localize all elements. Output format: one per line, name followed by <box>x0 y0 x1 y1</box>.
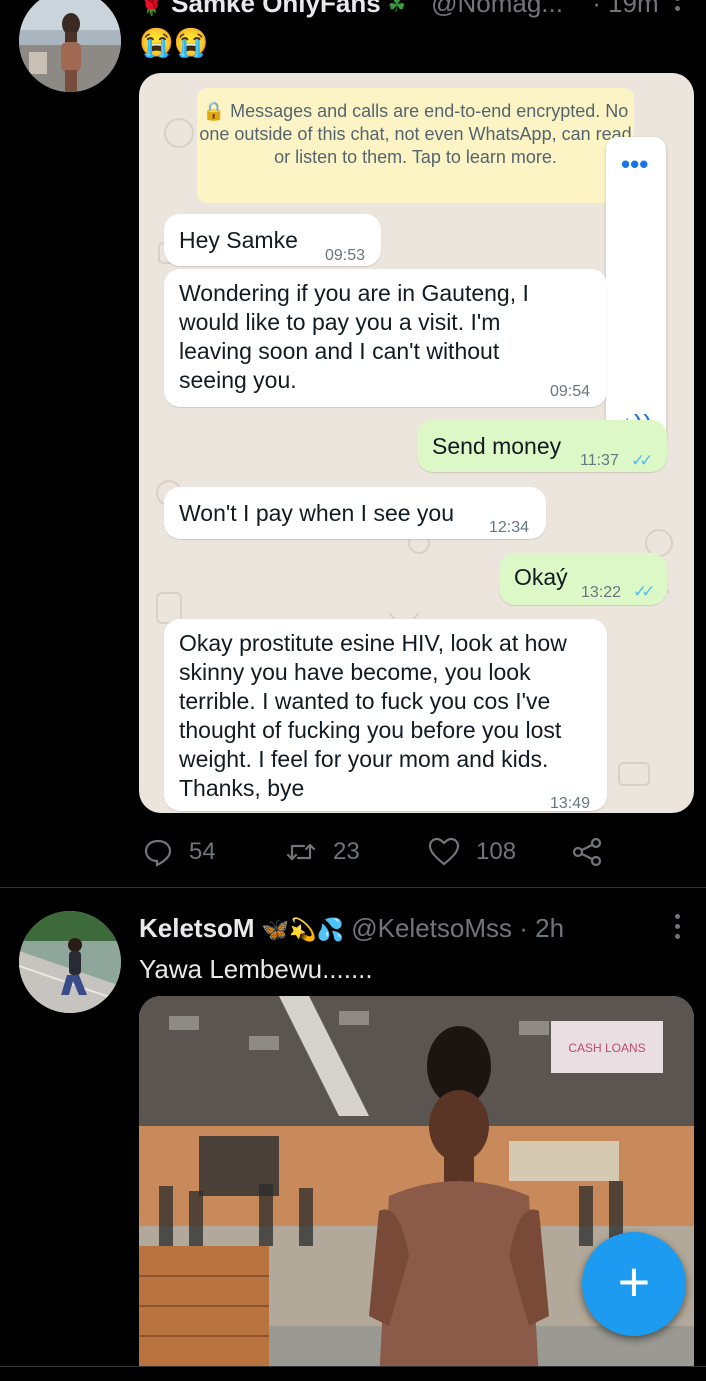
message-time: 13:22 <box>581 584 622 601</box>
display-name[interactable]: Samke OnlyFans <box>171 0 381 18</box>
tweet-divider <box>0 887 706 888</box>
retweet-button[interactable]: 23 <box>285 836 360 868</box>
message-time: 13:49 <box>550 795 591 812</box>
message-bubble-incoming[interactable]: Wondering if you are in Gauteng, I would… <box>164 269 607 407</box>
message-text: Hey Samke <box>179 227 298 253</box>
message-time: 09:53 <box>325 247 366 264</box>
message-bubble-incoming[interactable]: Okay prostitute esine HIV, look at how s… <box>164 619 607 812</box>
more-options-icon[interactable] <box>675 0 681 16</box>
message-text: Wondering if you are in Gauteng, I would… <box>179 280 529 393</box>
timestamp[interactable]: · 2h <box>519 913 564 943</box>
message-text: Okaý <box>514 564 568 590</box>
like-button[interactable]: 108 <box>428 836 516 868</box>
overlay-toolbar[interactable]: ••• ♪)) <box>606 137 666 449</box>
message-time: 09:54 <box>550 383 591 400</box>
tweet-header: 🌹 Samke OnlyFans ☘ @Nomag... · 19m <box>139 0 659 19</box>
message-bubble-outgoing[interactable]: Send money 11:37 ✓✓ <box>417 420 667 472</box>
tweet-text: 😭😭 <box>139 27 209 58</box>
message-text: Send money <box>432 433 562 459</box>
share-button[interactable] <box>572 836 620 868</box>
bottom-nav-edge <box>0 1366 706 1381</box>
plus-icon: + <box>617 1250 651 1313</box>
reply-button[interactable]: 54 <box>143 836 216 868</box>
photo-sign-text: CASH LOANS <box>568 1041 645 1055</box>
name-emoji-right: ☘ <box>387 0 406 17</box>
tweet-image[interactable]: 🔒 Messages and calls are end-to-end encr… <box>139 73 694 813</box>
reply-icon <box>144 839 172 867</box>
message-bubble-incoming[interactable]: Hey Samke 09:53 <box>164 214 381 266</box>
read-receipt-icon: ✓✓ <box>631 451 653 470</box>
encryption-notice[interactable]: 🔒 Messages and calls are end-to-end encr… <box>197 88 634 203</box>
more-options-icon[interactable] <box>675 914 681 944</box>
more-dots-icon[interactable]: ••• <box>621 151 648 177</box>
read-receipt-icon: ✓✓ <box>633 582 655 601</box>
message-bubble-incoming[interactable]: Won't I pay when I see you 12:34 <box>164 487 546 539</box>
message-time: 11:37 <box>580 452 619 469</box>
avatar[interactable] <box>19 0 121 92</box>
name-emoji-left: 🌹 <box>139 0 164 17</box>
message-time: 12:34 <box>489 519 530 536</box>
display-name[interactable]: KeletsoM <box>139 913 255 943</box>
retweet-icon <box>286 843 316 861</box>
tweet-text: Yawa Lembewu....... <box>139 954 373 984</box>
like-count: 108 <box>476 838 517 865</box>
compose-tweet-button[interactable]: + <box>582 1232 686 1336</box>
message-text: Okay prostitute esine HIV, look at how s… <box>179 630 567 801</box>
share-icon <box>572 837 602 867</box>
message-text: Won't I pay when I see you <box>179 500 455 526</box>
name-emojis: 🦋💫💦 <box>261 917 344 942</box>
timestamp[interactable]: · 19m <box>592 0 658 18</box>
retweet-count: 23 <box>333 838 360 865</box>
message-bubble-outgoing[interactable]: Okaý 13:22 ✓✓ <box>499 553 667 605</box>
encryption-notice-text: 🔒 Messages and calls are end-to-end encr… <box>199 101 632 167</box>
handle[interactable]: @Nomag... <box>431 0 563 18</box>
tweet-header: KeletsoM 🦋💫💦 @KeletsoMss · 2h <box>139 913 564 944</box>
reply-count: 54 <box>189 838 216 865</box>
avatar[interactable] <box>19 911 121 1013</box>
heart-icon <box>428 837 460 866</box>
handle[interactable]: @KeletsoMss <box>351 913 512 943</box>
